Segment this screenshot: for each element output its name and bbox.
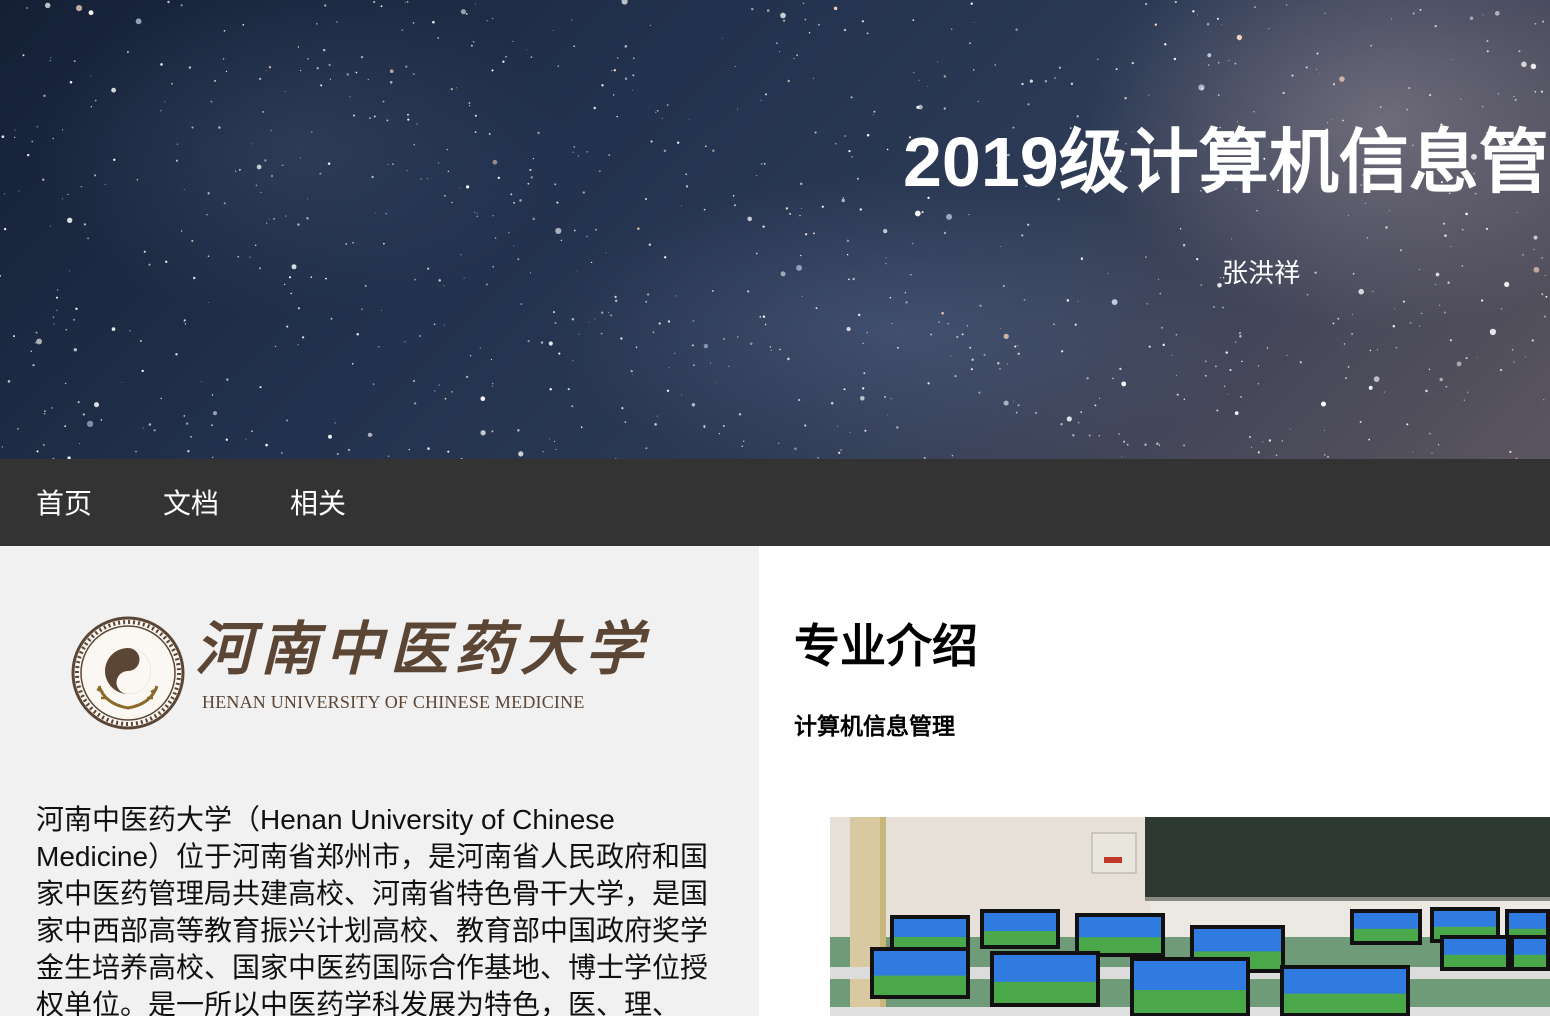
nav-item-home[interactable]: 首页: [36, 459, 92, 546]
sidebar: 河南中医药大学 HENAN UNIVERSITY OF CHINESE MEDI…: [0, 546, 759, 1016]
starfield-background: [0, 0, 1548, 459]
logo-name-english: HENAN UNIVERSITY OF CHINESE MEDICINE: [202, 692, 585, 712]
main-content: 专业介绍 计算机信息管理: [759, 546, 1550, 1016]
header-banner: 2019级计算机信息管 张洪祥: [0, 0, 1550, 459]
computer-lab-photo: [830, 817, 1550, 1016]
logo-name-chinese: 河南中医药大学: [195, 615, 651, 683]
university-logo: 河南中医药大学 HENAN UNIVERSITY OF CHINESE MEDI…: [71, 615, 643, 731]
nav-item-related[interactable]: 相关: [290, 459, 346, 546]
section-subtitle: 计算机信息管理: [794, 713, 955, 739]
university-seal-icon: [71, 616, 185, 730]
nav-item-documents[interactable]: 文档: [163, 459, 219, 546]
top-navbar: 首页 文档 相关: [0, 459, 1550, 546]
site-title: 2019级计算机信息管: [903, 123, 1549, 201]
site-author: 张洪祥: [1222, 258, 1301, 288]
university-intro-text: 河南中医药大学（Henan University of Chinese Medi…: [36, 804, 709, 1016]
section-title: 专业介绍: [794, 620, 978, 672]
